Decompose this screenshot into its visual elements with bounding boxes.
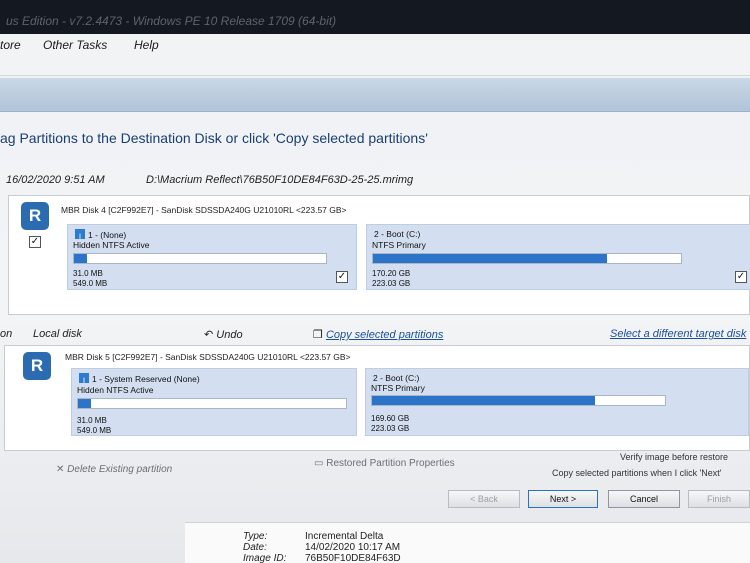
- partition-usage-bar: [73, 253, 327, 264]
- undo-button[interactable]: ↶ Undo: [204, 328, 243, 341]
- partition-used: 169.60 GB: [371, 414, 410, 423]
- copy-selected-label: Copy selected partitions: [325, 329, 444, 341]
- restore-wizard-screen: us Edition - v7.2.4473 - Windows PE 10 R…: [0, 0, 750, 563]
- undo-icon: ↶: [204, 329, 214, 341]
- macrium-disk-icon: R: [23, 352, 51, 380]
- partition-used: 31.0 MB: [73, 269, 103, 278]
- finish-button[interactable]: Finish: [688, 490, 750, 508]
- partition-type: NTFS Primary: [372, 240, 426, 250]
- window-title: us Edition - v7.2.4473 - Windows PE 10 R…: [6, 14, 337, 28]
- source-disk-panel: R MBR Disk 4 [C2F992E7] - SanDisk SDSSDA…: [8, 195, 750, 315]
- properties-icon: ▭: [314, 458, 324, 469]
- menu-item-other-tasks[interactable]: Other Tasks: [43, 38, 107, 52]
- partition-used: 170.20 GB: [372, 269, 411, 278]
- source-disk-label: MBR Disk 4 [C2F992E7] - SanDisk SDSSDA24…: [61, 205, 347, 215]
- partition-usage-fill: [78, 399, 92, 408]
- restored-partition-properties-button[interactable]: ▭ Restored Partition Properties: [314, 458, 455, 469]
- image-details-panel: Type: Incremental Delta Date: 14/02/2020…: [185, 522, 750, 563]
- copy-on-next-option[interactable]: Copy selected partitions when I click 'N…: [552, 468, 722, 478]
- partition-total: 223.03 GB: [372, 279, 411, 288]
- source-partition-1[interactable]: 1 - (None) Hidden NTFS Active 31.0 MB 54…: [67, 224, 357, 290]
- section-label: on: [0, 328, 13, 340]
- type-label: Type:: [243, 531, 268, 542]
- partition-usage-fill: [74, 254, 87, 263]
- image-id-value: 76B50F10DE84F63D: [305, 553, 401, 563]
- image-date: 16/02/2020 9:51 AM: [6, 174, 105, 186]
- destination-disk-label: MBR Disk 5 [C2F992E7] - SanDisk SDSSDA24…: [65, 352, 351, 362]
- menu-bar: tore Other Tasks Help: [0, 34, 750, 76]
- partition-usage-fill: [373, 254, 608, 263]
- partition-type: Hidden NTFS Active: [73, 240, 150, 250]
- delete-x-icon: ✕: [56, 464, 65, 475]
- partition-type: NTFS Primary: [371, 383, 425, 393]
- partition-usage-bar: [77, 398, 347, 409]
- restored-props-label: Restored Partition Properties: [326, 458, 455, 469]
- source-disk-checkbox[interactable]: ✓: [29, 236, 41, 248]
- partition-usage-bar: [372, 253, 682, 264]
- image-id-label: Image ID:: [243, 553, 287, 563]
- next-button[interactable]: Next >: [528, 490, 598, 508]
- copy-icon: ❐: [313, 329, 323, 341]
- image-path: D:\Macrium Reflect\76B50F10DE84F63D-25-2…: [146, 174, 414, 186]
- source-partition-1-checkbox[interactable]: ✓: [336, 271, 348, 283]
- instruction-text: ag Partitions to the Destination Disk or…: [0, 130, 428, 146]
- windows-icon: [79, 373, 89, 383]
- copy-on-next-label: Copy selected partitions when I click 'N…: [552, 468, 722, 478]
- source-partition-2-checkbox[interactable]: ✓: [735, 271, 747, 283]
- partition-usage-fill: [372, 396, 595, 405]
- partition-total: 549.0 MB: [73, 279, 108, 288]
- partition-total: 223.03 GB: [371, 424, 410, 433]
- delete-partition-label: Delete Existing partition: [67, 464, 173, 475]
- partition-usage-bar: [371, 395, 666, 406]
- menu-item-help[interactable]: Help: [134, 38, 159, 52]
- undo-label: Undo: [216, 329, 243, 341]
- local-disk-label: Local disk: [33, 328, 82, 340]
- source-partition-2[interactable]: 2 - Boot (C:) NTFS Primary 170.20 GB 223…: [366, 224, 750, 290]
- windows-icon: [75, 229, 85, 239]
- destination-partition-1[interactable]: 1 - System Reserved (None) Hidden NTFS A…: [71, 368, 357, 436]
- select-target-disk-link[interactable]: Select a different target disk: [610, 328, 746, 340]
- macrium-disk-icon: R: [21, 202, 49, 230]
- cancel-button[interactable]: Cancel: [608, 490, 680, 508]
- partition-title: 1 - (None): [88, 230, 127, 240]
- partition-total: 549.0 MB: [77, 426, 112, 435]
- verify-image-option[interactable]: Verify image before restore: [620, 452, 728, 462]
- type-value: Incremental Delta: [305, 531, 384, 542]
- partition-type: Hidden NTFS Active: [77, 385, 154, 395]
- partition-used: 31.0 MB: [77, 416, 107, 425]
- window-title-bar: us Edition - v7.2.4473 - Windows PE 10 R…: [0, 0, 750, 34]
- partition-title: 2 - Boot (C:): [373, 373, 420, 383]
- destination-disk-panel: R MBR Disk 5 [C2F992E7] - SanDisk SDSSDA…: [4, 345, 750, 451]
- verify-label: Verify image before restore: [620, 452, 729, 462]
- back-button[interactable]: < Back: [448, 490, 520, 508]
- destination-partition-2[interactable]: 2 - Boot (C:) NTFS Primary 169.60 GB 223…: [365, 368, 749, 436]
- delete-existing-partition-button[interactable]: ✕ Delete Existing partition: [56, 464, 172, 475]
- wizard-header-band: [0, 78, 750, 112]
- copy-selected-partitions-link[interactable]: ❐ Copy selected partitions: [313, 328, 443, 341]
- menu-item-restore[interactable]: tore: [0, 38, 21, 52]
- date-value: 14/02/2020 10:17 AM: [305, 542, 401, 553]
- partition-title: 1 - System Reserved (None): [92, 374, 200, 384]
- partition-title: 2 - Boot (C:): [374, 229, 421, 239]
- date-label: Date:: [243, 542, 267, 553]
